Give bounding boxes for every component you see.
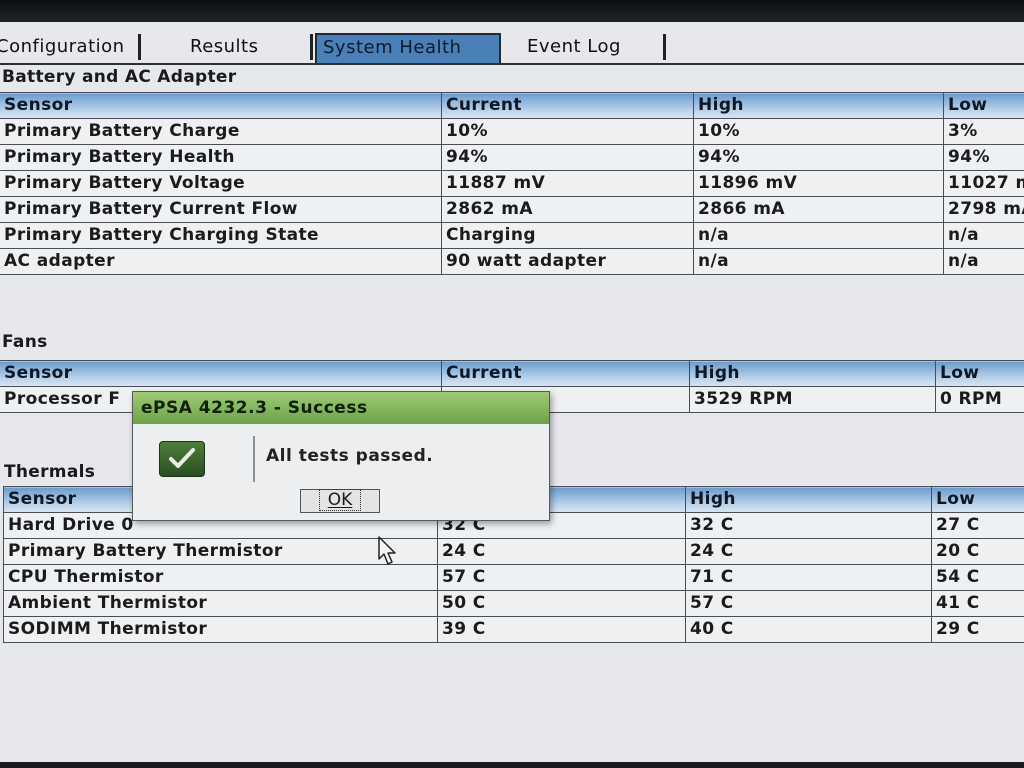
low-value: n/a	[943, 222, 1024, 249]
low-value: 11027 mV	[943, 170, 1024, 197]
high-value: 71 C	[685, 564, 932, 591]
table-row: CPU Thermistor 57 C 71 C 54 C	[3, 564, 1024, 591]
high-value: n/a	[693, 248, 944, 275]
low-value: 2798 mA	[943, 196, 1024, 223]
table-row: SODIMM Thermistor 39 C 40 C 29 C	[3, 616, 1024, 643]
column-header[interactable]: High	[689, 360, 936, 387]
column-header[interactable]: Current	[441, 92, 694, 119]
tab-configuration[interactable]: Configuration	[0, 34, 141, 60]
low-value: 41 C	[931, 590, 1024, 617]
sensor-name: Ambient Thermistor	[3, 590, 438, 617]
table-row: Primary Battery Voltage 11887 mV 11896 m…	[0, 170, 1024, 197]
low-value: 29 C	[931, 616, 1024, 643]
high-value: 32 C	[685, 512, 932, 539]
sensor-name: Primary Battery Health	[0, 144, 442, 171]
tab-event-log[interactable]: Event Log	[527, 34, 666, 60]
battery-table: Sensor Current High Low Primary Battery …	[0, 92, 1024, 275]
high-value: 11896 mV	[693, 170, 944, 197]
high-value: 24 C	[685, 538, 932, 565]
column-header[interactable]: Low	[943, 92, 1024, 119]
monitor-bezel	[0, 0, 1024, 22]
low-value: 20 C	[931, 538, 1024, 565]
mouse-cursor-icon	[378, 536, 396, 565]
current-value: Charging	[441, 222, 694, 249]
sensor-name: Primary Battery Charging State	[0, 222, 442, 249]
sensor-name: AC adapter	[0, 248, 442, 275]
table-row: AC adapter 90 watt adapter n/a n/a	[0, 248, 1024, 275]
tab-bar: Configuration Results System Health Even…	[0, 31, 1024, 65]
fans-section-title: Fans	[2, 332, 48, 352]
fans-header-row: Sensor Current High Low	[0, 360, 1024, 387]
low-value: n/a	[943, 248, 1024, 275]
sensor-name: Primary Battery Charge	[0, 118, 442, 145]
current-value: 90 watt adapter	[441, 248, 694, 275]
table-row: Primary Battery Health 94% 94% 94%	[0, 144, 1024, 171]
column-header[interactable]: Sensor	[0, 360, 442, 387]
current-value: 39 C	[437, 616, 686, 643]
battery-header-row: Sensor Current High Low	[0, 92, 1024, 119]
thermals-section-title: Thermals	[4, 462, 96, 482]
dialog-divider	[253, 436, 255, 482]
dialog-title: ePSA 4232.3 - Success	[133, 392, 549, 424]
sensor-name: SODIMM Thermistor	[3, 616, 438, 643]
screen-bottom-edge	[0, 762, 1024, 768]
table-row: Ambient Thermistor 50 C 57 C 41 C	[3, 590, 1024, 617]
current-value: 2862 mA	[441, 196, 694, 223]
dialog-message: All tests passed.	[266, 446, 434, 466]
current-value: 24 C	[437, 538, 686, 565]
ok-button-label: OK	[318, 489, 362, 511]
table-row: Primary Battery Charge 10% 10% 3%	[0, 118, 1024, 145]
high-value: 94%	[693, 144, 944, 171]
current-value: 50 C	[437, 590, 686, 617]
checkmark-icon	[159, 441, 205, 477]
column-header[interactable]: Low	[931, 486, 1024, 513]
high-value: 10%	[693, 118, 944, 145]
current-value: 11887 mV	[441, 170, 694, 197]
sensor-name: CPU Thermistor	[3, 564, 438, 591]
table-row: Primary Battery Current Flow 2862 mA 286…	[0, 196, 1024, 223]
sensor-name: Primary Battery Thermistor	[3, 538, 438, 565]
column-header[interactable]: High	[693, 92, 944, 119]
low-value: 0 RPM	[935, 386, 1024, 413]
current-value: 10%	[441, 118, 694, 145]
ok-button[interactable]: OK	[300, 489, 380, 513]
current-value: 57 C	[437, 564, 686, 591]
table-row: Primary Battery Thermistor 24 C 24 C 20 …	[3, 538, 1024, 565]
sensor-name: Primary Battery Voltage	[0, 170, 442, 197]
low-value: 94%	[943, 144, 1024, 171]
high-value: 57 C	[685, 590, 932, 617]
tab-results[interactable]: Results	[190, 34, 313, 60]
high-value: 2866 mA	[693, 196, 944, 223]
battery-section-title: Battery and AC Adapter	[2, 67, 237, 87]
sensor-name: Primary Battery Current Flow	[0, 196, 442, 223]
low-value: 27 C	[931, 512, 1024, 539]
current-value: 94%	[441, 144, 694, 171]
column-header[interactable]: High	[685, 486, 932, 513]
success-dialog: ePSA 4232.3 - Success All tests passed. …	[132, 391, 550, 521]
epsa-window: Configuration Results System Health Even…	[0, 22, 1024, 768]
high-value: n/a	[693, 222, 944, 249]
high-value: 40 C	[685, 616, 932, 643]
column-header[interactable]: Current	[441, 360, 690, 387]
low-value: 3%	[943, 118, 1024, 145]
high-value: 3529 RPM	[689, 386, 936, 413]
low-value: 54 C	[931, 564, 1024, 591]
column-header[interactable]: Low	[935, 360, 1024, 387]
column-header[interactable]: Sensor	[0, 92, 442, 119]
table-row: Primary Battery Charging State Charging …	[0, 222, 1024, 249]
tab-system-health[interactable]: System Health	[315, 33, 501, 63]
